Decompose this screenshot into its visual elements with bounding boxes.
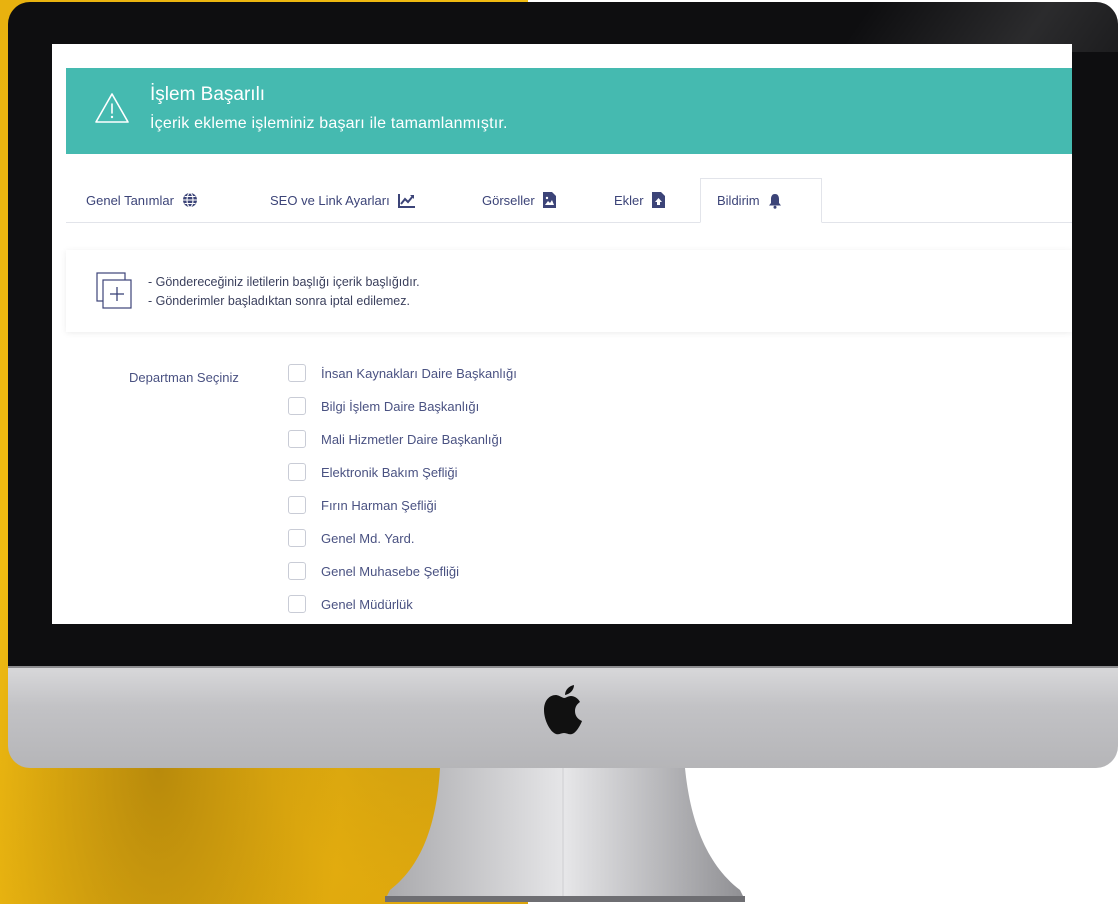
info-box: - Göndereceğiniz iletilerin başlığı içer… bbox=[66, 250, 1072, 332]
tab-ekler[interactable]: Ekler bbox=[614, 178, 665, 222]
tab-genel-tanimlar[interactable]: Genel Tanımlar bbox=[86, 178, 198, 222]
globe-icon bbox=[182, 192, 197, 208]
warning-icon bbox=[95, 93, 129, 123]
checkbox[interactable] bbox=[288, 529, 306, 547]
info-line: - Göndereceğiniz iletilerin başlığı içer… bbox=[148, 275, 420, 289]
tab-label: Ekler bbox=[614, 192, 644, 208]
checkbox[interactable] bbox=[288, 562, 306, 580]
alert-message: İçerik ekleme işleminiz başarı ile tamam… bbox=[150, 115, 508, 132]
department-option[interactable]: Elektronik Bakım Şefliği bbox=[288, 461, 458, 483]
alert-title: İşlem Başarılı bbox=[150, 84, 266, 105]
department-label: Departman Seçiniz bbox=[129, 370, 239, 385]
department-option[interactable]: Genel Md. Yard. bbox=[288, 527, 414, 549]
info-line: - Gönderimler başladıktan sonra iptal ed… bbox=[148, 294, 410, 308]
checkbox[interactable] bbox=[288, 595, 306, 613]
tab-bar: Genel Tanımlar SEO ve Link Ayarları Görs… bbox=[66, 178, 1072, 223]
department-option-label: Elektronik Bakım Şefliği bbox=[321, 464, 458, 480]
chart-line-icon bbox=[397, 193, 415, 208]
file-upload-icon bbox=[651, 192, 665, 208]
tab-label: Görseller bbox=[482, 192, 535, 208]
tab-bildirim[interactable]: Bildirim bbox=[700, 178, 822, 223]
department-option-label: Genel Muhasebe Şefliği bbox=[321, 563, 460, 579]
tab-label: Bildirim bbox=[717, 193, 760, 208]
department-option-label: Mali Hizmetler Daire Başkanlığı bbox=[321, 431, 503, 447]
department-option[interactable]: İnsan Kaynakları Daire Başkanlığı bbox=[288, 362, 517, 384]
add-copy-icon bbox=[96, 272, 132, 309]
department-option-label: Genel Müdürlük bbox=[321, 596, 413, 612]
department-option[interactable]: Genel Muhasebe Şefliği bbox=[288, 560, 459, 582]
monitor-stand bbox=[385, 768, 745, 902]
department-option-label: Genel Md. Yard. bbox=[321, 530, 415, 546]
tab-label: Genel Tanımlar bbox=[86, 192, 174, 208]
image-file-icon bbox=[542, 192, 556, 208]
department-option-label: İnsan Kaynakları Daire Başkanlığı bbox=[321, 365, 517, 381]
apple-logo-icon bbox=[544, 685, 582, 735]
department-option[interactable]: Genel Müdürlük bbox=[288, 593, 413, 615]
department-option[interactable]: Mali Hizmetler Daire Başkanlığı bbox=[288, 428, 502, 450]
department-option-label: Fırın Harman Şefliği bbox=[321, 497, 437, 513]
department-option[interactable]: Bilgi İşlem Daire Başkanlığı bbox=[288, 395, 479, 417]
checkbox[interactable] bbox=[288, 397, 306, 415]
checkbox[interactable] bbox=[288, 463, 306, 481]
bell-icon bbox=[768, 193, 781, 209]
tab-gorseller[interactable]: Görseller bbox=[482, 178, 556, 222]
tab-label: SEO ve Link Ayarları bbox=[270, 192, 390, 208]
app-screen: İşlem Başarılı İçerik ekleme işleminiz b… bbox=[52, 44, 1072, 624]
success-alert: İşlem Başarılı İçerik ekleme işleminiz b… bbox=[66, 68, 1072, 154]
checkbox[interactable] bbox=[288, 496, 306, 514]
department-option-label: Bilgi İşlem Daire Başkanlığı bbox=[321, 398, 480, 414]
department-option[interactable]: Fırın Harman Şefliği bbox=[288, 494, 437, 516]
tab-seo-link[interactable]: SEO ve Link Ayarları bbox=[270, 178, 416, 222]
checkbox[interactable] bbox=[288, 364, 306, 382]
checkbox[interactable] bbox=[288, 430, 306, 448]
